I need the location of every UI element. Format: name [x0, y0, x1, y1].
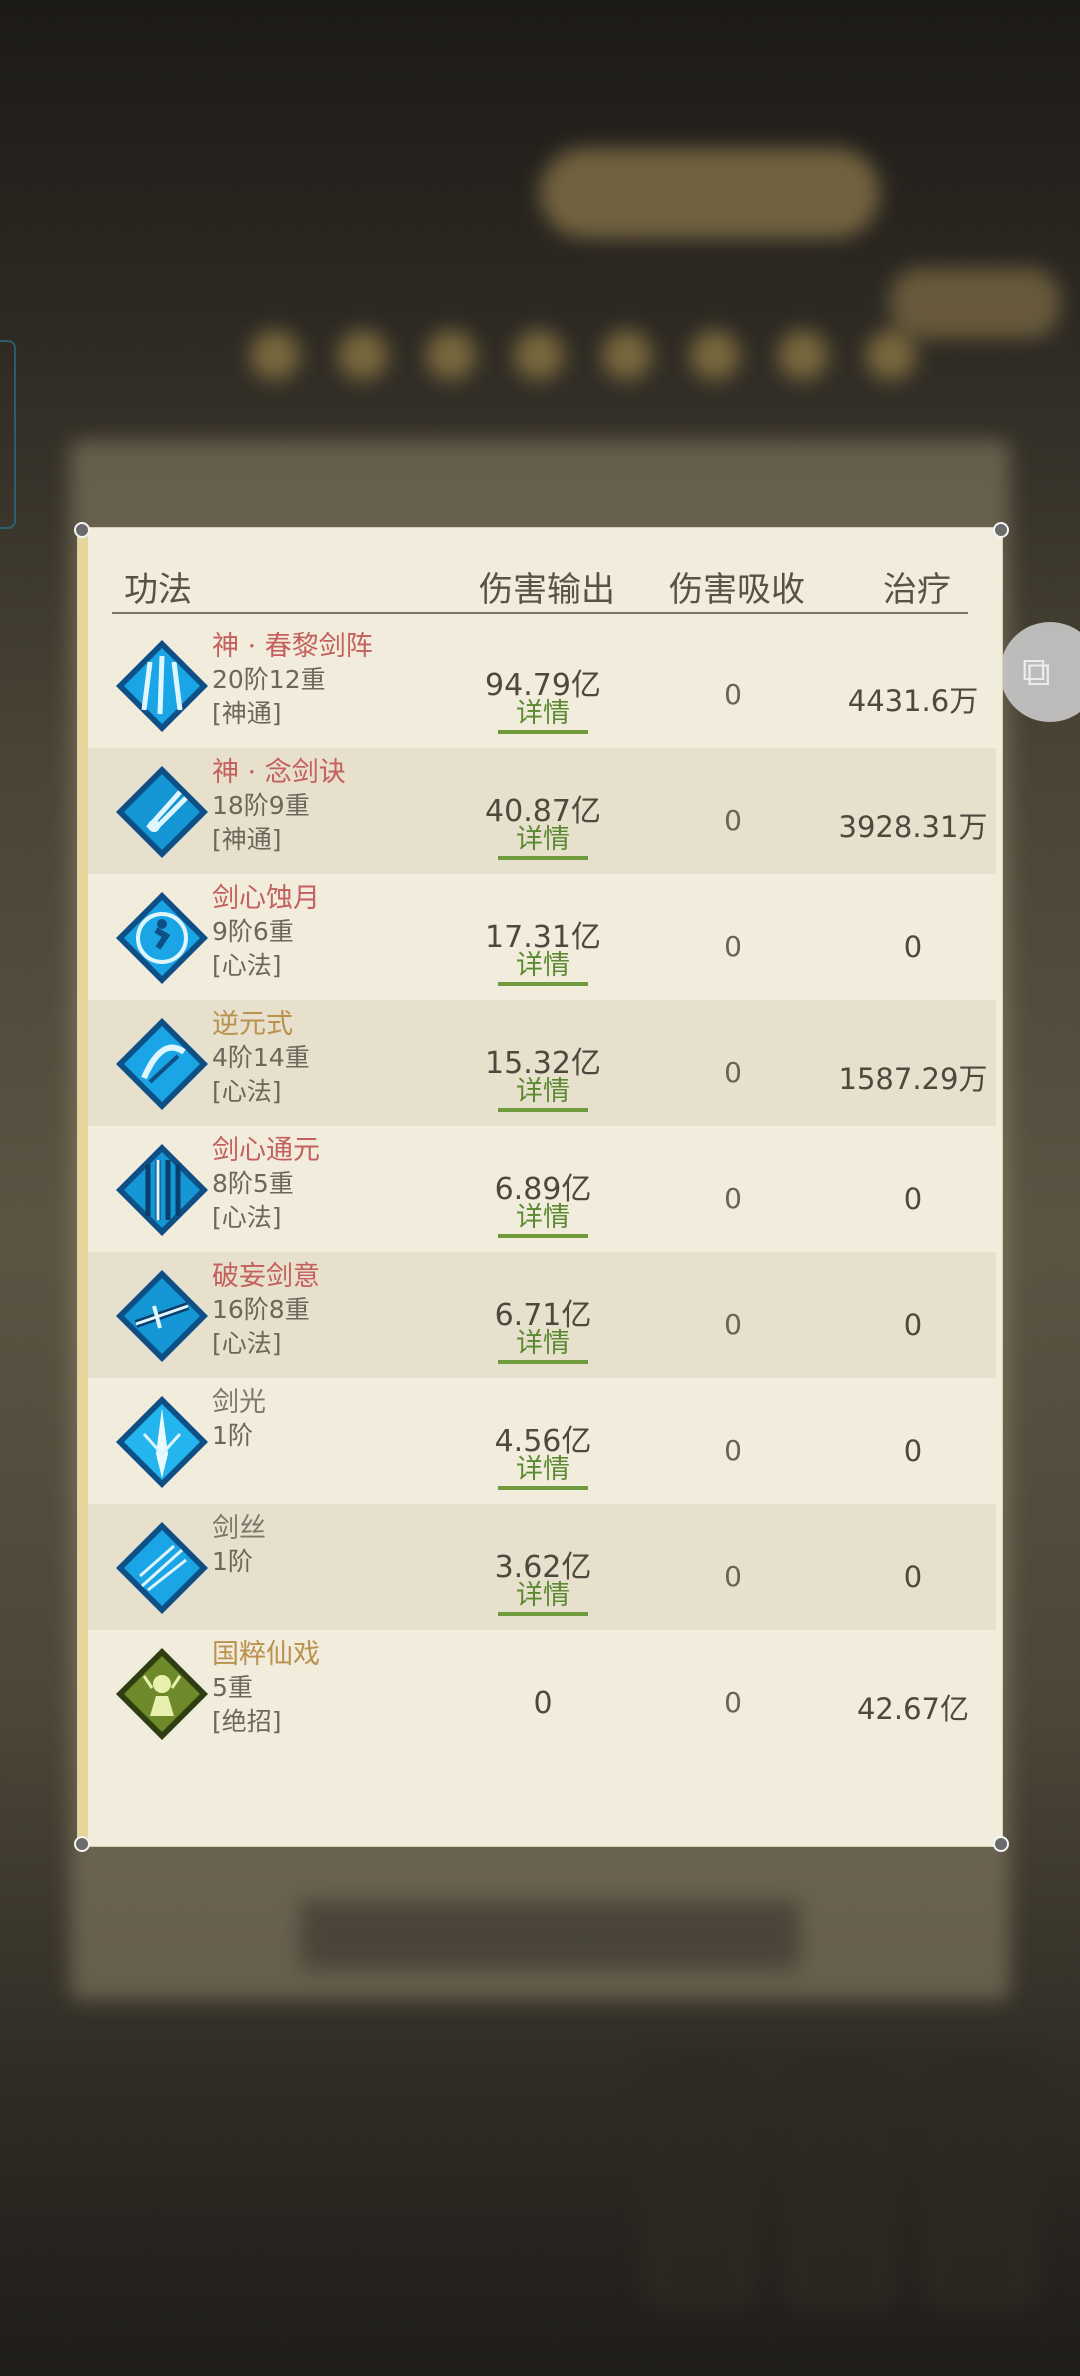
heal-value: 42.67亿: [856, 1692, 970, 1726]
skill-name: 剑丝: [212, 1513, 266, 1544]
heal-value: 0: [903, 930, 923, 964]
skill-level: 20阶12重: [212, 665, 326, 694]
skill-type: [心法]: [212, 1203, 282, 1232]
header-absorb: 伤害吸收: [669, 570, 805, 610]
skill-level: 4阶14重: [212, 1043, 310, 1072]
heal-value: 4431.6万: [847, 684, 979, 718]
skill-level: 1阶: [212, 1421, 253, 1450]
skill-list: 神 · 春黎剑阵 20阶12重 [神通] 94.79亿 详情 0 4431.6万…: [88, 622, 996, 1756]
table-row: 剑丝 1阶 3.62亿 详情 0 0: [88, 1504, 996, 1630]
opera-figure-icon: [114, 1646, 210, 1742]
detail-link[interactable]: 详情: [498, 1328, 588, 1364]
background-dot: [338, 330, 388, 380]
absorb-value: 0: [724, 1308, 742, 1341]
absorb-value: 0: [724, 1560, 742, 1593]
table-header: 功法 伤害输出 伤害吸收 治疗: [112, 556, 968, 614]
skill-type: [心法]: [212, 951, 282, 980]
detail-link[interactable]: 详情: [498, 1454, 588, 1490]
damage-value: 0: [533, 1686, 553, 1721]
heal-value: 0: [903, 1308, 923, 1342]
header-heal: 治疗: [883, 570, 951, 610]
background-dot: [778, 330, 828, 380]
absorb-value: 0: [724, 930, 742, 963]
header-skill: 功法: [124, 570, 192, 610]
table-row: 剑心通元 8阶5重 [心法] 6.89亿 详情 0 0: [88, 1126, 996, 1252]
skill-name: 神 · 春黎剑阵: [212, 631, 373, 662]
table-row: 破妄剑意 16阶8重 [心法] 6.71亿 详情 0 0: [88, 1252, 996, 1378]
share-icon: ⧉: [1022, 649, 1051, 695]
table-row: 国粹仙戏 5重 [绝招] 0 0 42.67亿: [88, 1630, 996, 1756]
background-dot: [602, 330, 652, 380]
blade-swirl-icon: [114, 1016, 210, 1112]
absorb-value: 0: [724, 804, 742, 837]
background-top-button: [540, 148, 880, 238]
skill-level: 9阶6重: [212, 917, 294, 946]
skill-name: 国粹仙戏: [212, 1639, 320, 1670]
background-figure: [780, 2050, 900, 2310]
moon-figure-icon: [114, 890, 210, 986]
sword-array-icon: [114, 638, 210, 734]
left-edge-tab[interactable]: [0, 340, 16, 529]
background-bottom-bar: [300, 1900, 800, 1970]
sword-thrust-icon: [114, 764, 210, 860]
skill-name: 破妄剑意: [212, 1261, 320, 1292]
corner-rivet: [74, 522, 90, 538]
detail-link[interactable]: 详情: [498, 1580, 588, 1616]
skill-level: 1阶: [212, 1547, 253, 1576]
sword-light-icon: [114, 1394, 210, 1490]
heal-value: 1587.29万: [838, 1062, 988, 1096]
skill-type: [绝招]: [212, 1707, 282, 1736]
background-dot: [426, 330, 476, 380]
corner-rivet: [74, 1836, 90, 1852]
background-dot: [514, 330, 564, 380]
detail-link[interactable]: 详情: [498, 698, 588, 734]
table-row: 逆元式 4阶14重 [心法] 15.32亿 详情 0 1587.29万: [88, 1000, 996, 1126]
sword-thread-icon: [114, 1520, 210, 1616]
skill-type: [神通]: [212, 699, 282, 728]
background-dot: [690, 330, 740, 380]
skill-name: 剑心通元: [212, 1135, 320, 1166]
table-row: 剑心蚀月 9阶6重 [心法] 17.31亿 详情 0 0: [88, 874, 996, 1000]
heal-value: 3928.31万: [838, 810, 988, 844]
absorb-value: 0: [724, 1686, 742, 1719]
detail-link[interactable]: 详情: [498, 824, 588, 860]
skill-name: 逆元式: [212, 1009, 293, 1040]
skill-level: 8阶5重: [212, 1169, 294, 1198]
skill-type: [心法]: [212, 1329, 282, 1358]
skill-name: 剑光: [212, 1387, 266, 1418]
absorb-value: 0: [724, 1434, 742, 1467]
skill-level: 18阶9重: [212, 791, 310, 820]
skill-type: [神通]: [212, 825, 282, 854]
background-dot: [866, 330, 916, 380]
heal-value: 0: [903, 1434, 923, 1468]
skill-type: [心法]: [212, 1077, 282, 1106]
absorb-value: 0: [724, 1182, 742, 1215]
detail-link[interactable]: 详情: [498, 1076, 588, 1112]
background-side-button: [890, 268, 1060, 338]
corner-rivet: [993, 1836, 1009, 1852]
skill-level: 16阶8重: [212, 1295, 310, 1324]
heal-value: 0: [903, 1560, 923, 1594]
background-figure: [640, 2050, 760, 2310]
crossed-sword-icon: [114, 1268, 210, 1364]
background-dot: [250, 330, 300, 380]
table-row: 剑光 1阶 4.56亿 详情 0 0: [88, 1378, 996, 1504]
absorb-value: 0: [724, 1056, 742, 1089]
skill-name: 剑心蚀月: [212, 883, 320, 914]
absorb-value: 0: [724, 678, 742, 711]
share-button[interactable]: ⧉: [1000, 622, 1080, 722]
detail-link[interactable]: 详情: [498, 1202, 588, 1238]
detail-link[interactable]: 详情: [498, 950, 588, 986]
header-damage: 伤害输出: [479, 570, 615, 610]
sword-rain-icon: [114, 1142, 210, 1238]
corner-rivet: [993, 522, 1009, 538]
skill-level: 5重: [212, 1673, 253, 1702]
heal-value: 0: [903, 1182, 923, 1216]
table-row: 神 · 春黎剑阵 20阶12重 [神通] 94.79亿 详情 0 4431.6万: [88, 622, 996, 748]
skill-name: 神 · 念剑诀: [212, 757, 346, 788]
table-row: 神 · 念剑诀 18阶9重 [神通] 40.87亿 详情 0 3928.31万: [88, 748, 996, 874]
background-figure: [920, 2050, 1040, 2310]
